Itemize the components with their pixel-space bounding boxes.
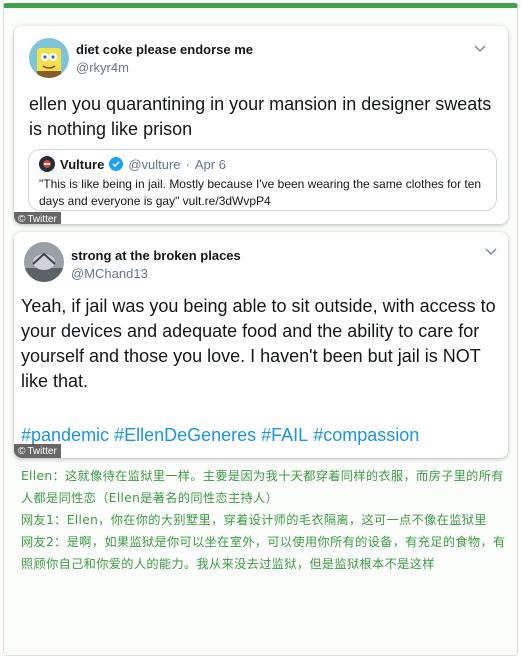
display-name[interactable]: diet coke please endorse me bbox=[76, 42, 253, 57]
avatar-photo-image bbox=[24, 242, 64, 282]
source-tag: © Twitter bbox=[14, 212, 61, 224]
hashtag-list: #pandemic #EllenDeGeneres #FAIL #compassion bbox=[21, 425, 424, 446]
tweet-text: ellen you quarantining in your mansion i… bbox=[29, 94, 492, 139]
twitter-bird-icon: © bbox=[18, 213, 26, 225]
tweet-card-2[interactable]: strong at the broken places @MChand13 Ye… bbox=[14, 232, 508, 458]
source-tag-label: Twitter bbox=[27, 445, 57, 457]
quoted-handle[interactable]: @vulture bbox=[128, 157, 180, 172]
chevron-down-icon[interactable] bbox=[482, 243, 500, 261]
avatar-spongebob-image bbox=[29, 38, 69, 78]
caption-line-user1: 网友1：Ellen，你在你的大别墅里，穿着设计师的毛衣隔离，这可一点不像在监狱里 bbox=[21, 513, 487, 527]
avatar[interactable] bbox=[24, 242, 64, 282]
hashtag-link[interactable]: #pandemic bbox=[21, 425, 109, 445]
verified-badge-icon bbox=[109, 157, 124, 171]
author-block[interactable]: strong at the broken places @MChand13 bbox=[71, 248, 241, 281]
tweet-card-1[interactable]: diet coke please endorse me @rkyr4m elle… bbox=[14, 26, 508, 224]
translation-caption: Ellen：这就像待在监狱里一样。主要是因为我十天都穿着同样的衣服，而房子里的所… bbox=[21, 465, 507, 575]
hashtag-link[interactable]: #compassion bbox=[313, 425, 419, 445]
quoted-text: "This is like being in jail. Mostly beca… bbox=[39, 177, 482, 208]
user-handle[interactable]: @rkyr4m bbox=[76, 60, 253, 75]
caption-line-ellen: Ellen：这就像待在监狱里一样。主要是因为我十天都穿着同样的衣服，而房子里的所… bbox=[21, 469, 504, 505]
display-name[interactable]: strong at the broken places bbox=[71, 248, 241, 263]
vulture-logo-icon bbox=[39, 156, 55, 172]
tweet-text: Yeah, if jail was you being able to sit … bbox=[21, 296, 496, 391]
quoted-display-name[interactable]: Vulture bbox=[60, 157, 104, 172]
source-tag: © Twitter bbox=[14, 444, 61, 458]
quoted-separator: · bbox=[185, 156, 190, 172]
avatar[interactable] bbox=[29, 38, 69, 78]
twitter-bird-icon: © bbox=[18, 445, 26, 457]
author-block[interactable]: diet coke please endorse me @rkyr4m bbox=[76, 42, 253, 75]
user-handle[interactable]: @MChand13 bbox=[71, 266, 241, 281]
quoted-date[interactable]: Apr 6 bbox=[195, 157, 226, 172]
hashtag-link[interactable]: #FAIL bbox=[261, 425, 308, 445]
chevron-down-icon[interactable] bbox=[471, 40, 489, 58]
quoted-tweet[interactable]: Vulture @vulture · Apr 6 "This is like b… bbox=[28, 149, 497, 211]
caption-line-user2: 网友2：是啊，如果监狱是你可以坐在室外，可以使用你所有的设备，有充足的食物，有照… bbox=[21, 535, 506, 571]
hashtag-link[interactable]: #EllenDeGeneres bbox=[114, 425, 256, 445]
source-tag-label: Twitter bbox=[27, 213, 57, 225]
